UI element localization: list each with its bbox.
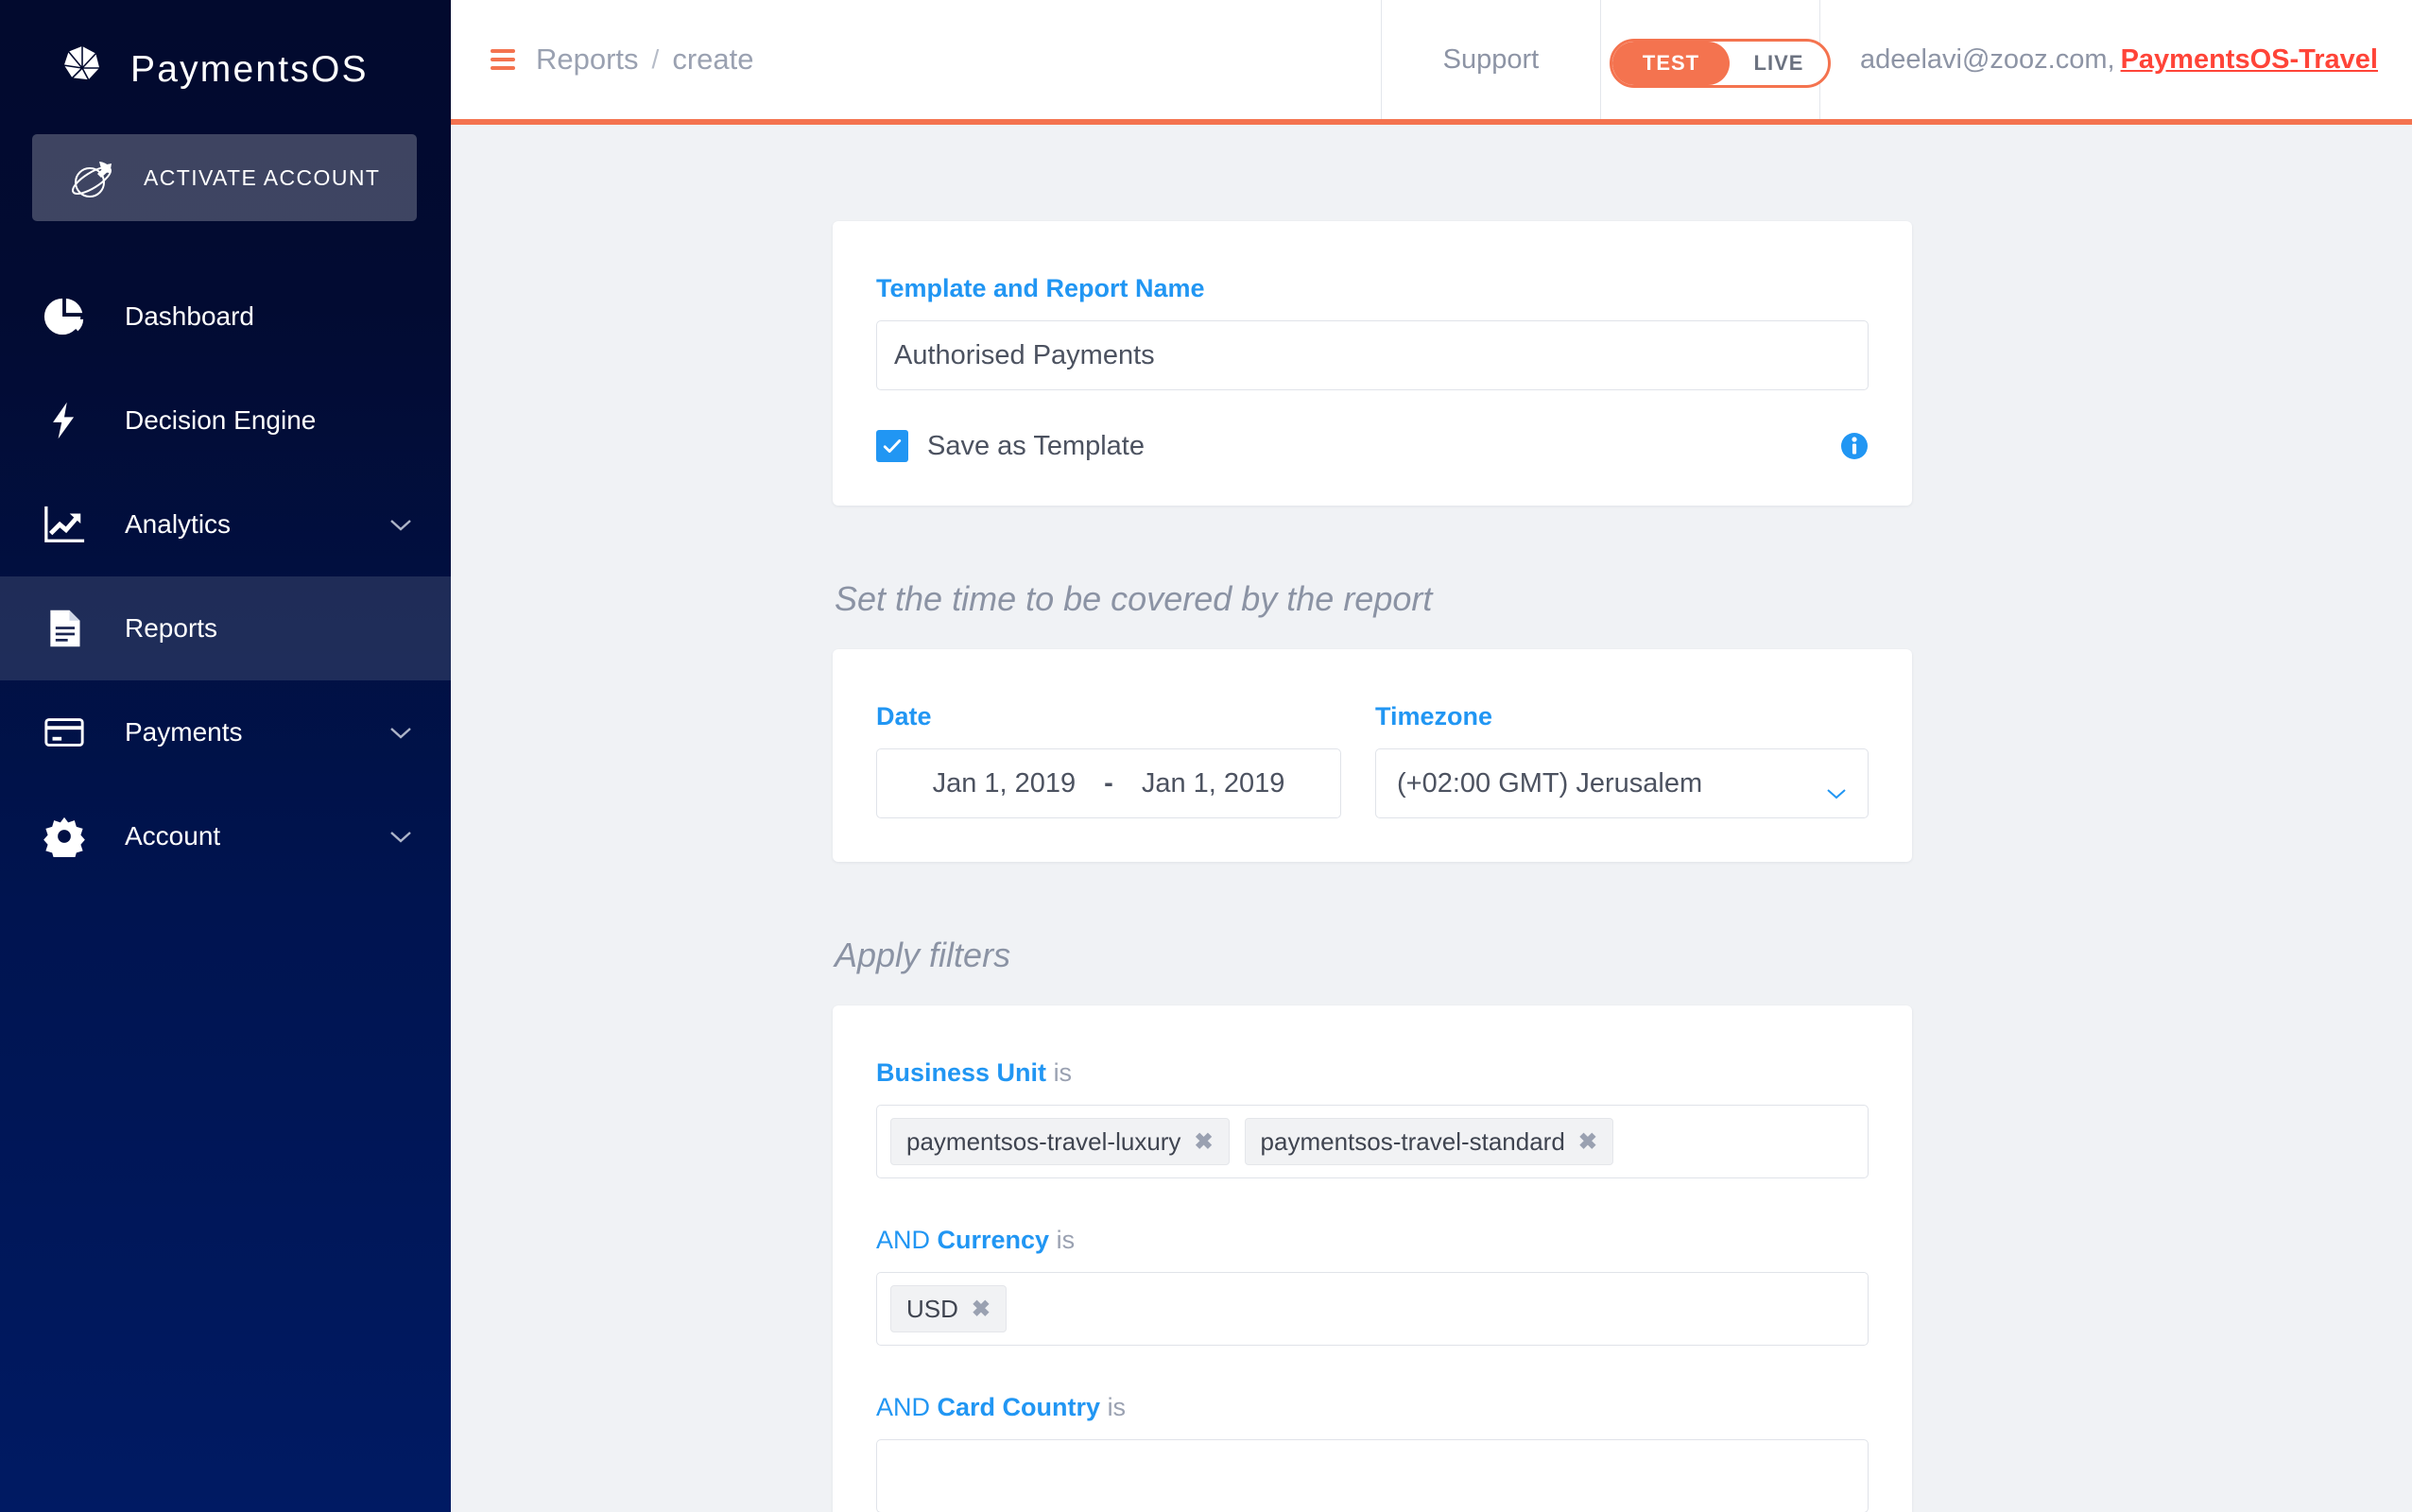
lightning-bolt-icon xyxy=(40,396,89,445)
filter-operator: is xyxy=(1053,1058,1073,1087)
breadcrumb-current: create xyxy=(672,43,754,76)
app-root: PaymentsOS ACTIVATE ACCOUNT Dashboard De… xyxy=(0,0,2412,1512)
sidebar-item-label: Decision Engine xyxy=(125,405,317,435)
timezone-select[interactable]: (+02:00 GMT) Jerusalem xyxy=(1375,748,1869,818)
close-icon[interactable]: ✖ xyxy=(972,1296,991,1323)
filter-label: AND Card Country is xyxy=(876,1393,1869,1422)
timezone-field: Timezone (+02:00 GMT) Jerusalem xyxy=(1375,702,1869,818)
pie-chart-icon xyxy=(40,292,89,341)
save-as-template-checkbox[interactable] xyxy=(876,430,908,462)
date-timezone-row: Date Jan 1, 2019 - Jan 1, 2019 Timezone … xyxy=(876,702,1869,818)
sidebar-item-label: Payments xyxy=(125,717,243,747)
hamburger-menu-icon[interactable] xyxy=(491,49,515,70)
sidebar-item-analytics[interactable]: Analytics xyxy=(0,472,451,576)
filter-label: Business Unit is xyxy=(876,1058,1869,1088)
template-name-input[interactable]: Authorised Payments xyxy=(876,320,1869,390)
filter-name: Card Country xyxy=(937,1393,1101,1421)
date-label: Date xyxy=(876,702,932,730)
filter-tag-input[interactable]: USD ✖ xyxy=(876,1272,1869,1346)
user-org-link[interactable]: PaymentsOS-Travel xyxy=(2121,44,2378,76)
chevron-down-icon[interactable] xyxy=(388,517,413,532)
sidebar-item-decision-engine[interactable]: Decision Engine xyxy=(0,369,451,472)
topbar-left: Reports / create xyxy=(451,0,1381,119)
main-area: Reports / create TEST LIVE Support Docs … xyxy=(451,0,2412,1512)
save-as-template-label: Save as Template xyxy=(927,430,1145,461)
date-from[interactable]: Jan 1, 2019 xyxy=(933,768,1077,799)
filter-prefix: AND xyxy=(876,1393,931,1421)
chevron-down-icon[interactable] xyxy=(388,829,413,844)
template-name-label: Template and Report Name xyxy=(876,274,1205,302)
sidebar-item-reports[interactable]: Reports xyxy=(0,576,451,680)
filter-tag-input[interactable]: paymentsos-travel-luxury ✖ paymentsos-tr… xyxy=(876,1105,1869,1178)
chevron-down-icon xyxy=(1826,777,1847,799)
close-icon[interactable]: ✖ xyxy=(1578,1128,1597,1156)
filters-section-title: Apply filters xyxy=(835,936,1011,974)
time-card: Date Jan 1, 2019 - Jan 1, 2019 Timezone … xyxy=(833,649,1912,862)
document-icon xyxy=(40,604,89,653)
name-card-wrap: Template and Report Name Authorised Paym… xyxy=(833,221,1912,506)
template-name-card: Template and Report Name Authorised Paym… xyxy=(833,221,1912,506)
filter-operator: is xyxy=(1107,1393,1127,1421)
filter-tag-label: USD xyxy=(906,1294,958,1323)
brand-name: PaymentsOS xyxy=(130,49,369,90)
filter-currency: AND Currency is USD ✖ xyxy=(876,1226,1869,1346)
filter-label: AND Currency is xyxy=(876,1226,1869,1255)
filter-prefix: AND xyxy=(876,1226,931,1254)
date-to[interactable]: Jan 1, 2019 xyxy=(1142,768,1285,799)
filters-section-wrap: Apply filters Business Unit is paymentso… xyxy=(833,862,1912,1512)
time-section-title: Set the time to be covered by the report xyxy=(835,579,1433,618)
sidebar-item-label: Account xyxy=(125,821,221,850)
sidebar-item-account[interactable]: Account xyxy=(0,784,451,888)
support-link[interactable]: Support xyxy=(1380,0,1600,119)
brand[interactable]: PaymentsOS xyxy=(0,0,451,104)
topbar: Reports / create TEST LIVE Support Docs … xyxy=(451,0,2412,125)
sidebar: PaymentsOS ACTIVATE ACCOUNT Dashboard De… xyxy=(0,0,451,1512)
close-icon[interactable]: ✖ xyxy=(1194,1128,1213,1156)
filter-name: Business Unit xyxy=(876,1058,1047,1087)
filter-tag-label: paymentsos-travel-luxury xyxy=(906,1126,1181,1156)
filter-tag-label: paymentsos-travel-standard xyxy=(1260,1126,1565,1156)
trend-up-chart-icon xyxy=(40,500,89,549)
rocket-planet-icon xyxy=(68,152,119,203)
filter-tag-input[interactable] xyxy=(876,1439,1869,1512)
breadcrumb-separator: / xyxy=(651,44,660,74)
breadcrumb: Reports / create xyxy=(536,43,754,77)
breadcrumb-parent[interactable]: Reports xyxy=(536,43,639,77)
timezone-label: Timezone xyxy=(1375,702,1493,730)
filter-tag: paymentsos-travel-luxury ✖ xyxy=(890,1118,1230,1165)
user-account-area[interactable]: adeelavi@zooz.com, PaymentsOS-Travel xyxy=(1818,0,2412,119)
activate-account-label: ACTIVATE ACCOUNT xyxy=(144,164,381,190)
info-circle-icon[interactable] xyxy=(1840,432,1869,460)
time-section-wrap: Set the time to be covered by the report… xyxy=(833,506,1912,862)
filter-card-country: AND Card Country is xyxy=(876,1393,1869,1512)
sidebar-item-label: Dashboard xyxy=(125,301,254,331)
save-as-template-row: Save as Template xyxy=(876,430,1869,462)
filters-card: Business Unit is paymentsos-travel-luxur… xyxy=(833,1005,1912,1512)
sidebar-item-dashboard[interactable]: Dashboard xyxy=(0,265,451,369)
date-field: Date Jan 1, 2019 - Jan 1, 2019 xyxy=(876,702,1341,818)
credit-card-icon xyxy=(40,708,89,757)
filter-name: Currency xyxy=(937,1226,1050,1254)
user-email: adeelavi@zooz.com, xyxy=(1859,43,2115,75)
sidebar-item-payments[interactable]: Payments xyxy=(0,680,451,784)
sidebar-nav: Dashboard Decision Engine Analytics Repo… xyxy=(0,265,451,888)
chevron-down-icon[interactable] xyxy=(388,725,413,740)
env-toggle-live[interactable]: LIVE xyxy=(1730,51,1828,76)
gear-icon xyxy=(40,812,89,861)
sidebar-item-label: Reports xyxy=(125,613,218,643)
sidebar-item-label: Analytics xyxy=(125,509,232,539)
env-toggle[interactable]: TEST LIVE xyxy=(1610,39,1831,88)
filter-business-unit: Business Unit is paymentsos-travel-luxur… xyxy=(876,1058,1869,1178)
timezone-value: (+02:00 GMT) Jerusalem xyxy=(1397,767,1703,799)
env-toggle-test[interactable]: TEST xyxy=(1612,42,1730,85)
activate-account-button[interactable]: ACTIVATE ACCOUNT xyxy=(32,134,417,221)
date-range-picker[interactable]: Jan 1, 2019 - Jan 1, 2019 xyxy=(876,748,1341,818)
paymentsos-logo-icon xyxy=(55,43,110,97)
filter-operator: is xyxy=(1056,1226,1076,1254)
filter-tag: paymentsos-travel-standard ✖ xyxy=(1244,1118,1613,1165)
filter-tag: USD ✖ xyxy=(890,1285,1008,1332)
content-scroll: Template and Report Name Authorised Paym… xyxy=(451,125,2412,1512)
date-separator: - xyxy=(1104,767,1113,799)
